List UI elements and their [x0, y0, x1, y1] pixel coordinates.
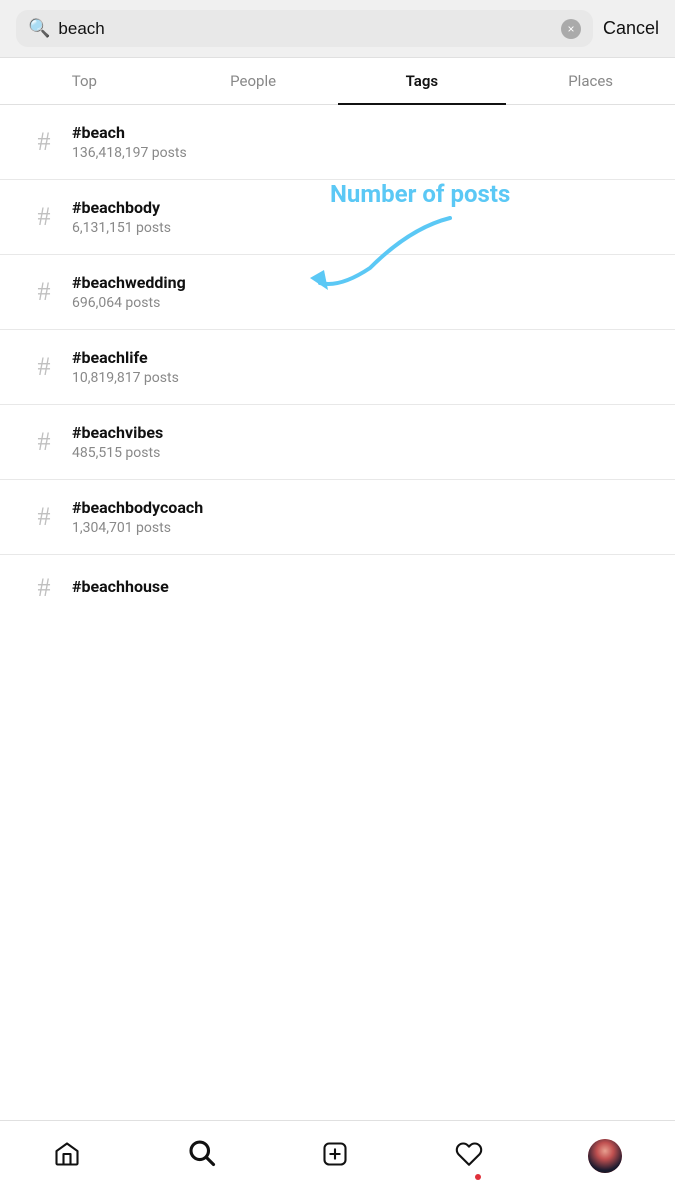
nav-add[interactable] [321, 1140, 349, 1172]
tag-info: #beachhouse [72, 577, 659, 599]
tag-info: #beachvibes 485,515 posts [72, 423, 659, 461]
heart-icon [455, 1140, 483, 1172]
hash-icon: # [16, 202, 72, 232]
tag-list: # #beach 136,418,197 posts # #beachbody … [0, 105, 675, 621]
nav-search[interactable] [186, 1137, 216, 1174]
list-item[interactable]: # #beachwedding 696,064 posts [0, 255, 675, 330]
bottom-nav [0, 1120, 675, 1200]
home-icon [53, 1140, 81, 1172]
search-input-wrapper: 🔍 × [16, 10, 593, 47]
tag-info: #beachbodycoach 1,304,701 posts [72, 498, 659, 536]
list-item[interactable]: # #beachlife 10,819,817 posts [0, 330, 675, 405]
hash-icon: # [16, 427, 72, 457]
tag-info: #beachlife 10,819,817 posts [72, 348, 659, 386]
search-input[interactable] [58, 19, 553, 39]
hash-icon: # [16, 502, 72, 532]
hash-icon: # [16, 277, 72, 307]
nav-activity[interactable] [455, 1140, 483, 1172]
cancel-button[interactable]: Cancel [603, 18, 659, 39]
list-item[interactable]: # #beach 136,418,197 posts [0, 105, 675, 180]
content-area: Number of posts # #beach 136,418,197 pos… [0, 105, 675, 701]
nav-profile[interactable] [588, 1139, 622, 1173]
tag-info: #beachbody 6,131,151 posts [72, 198, 659, 236]
tab-tags[interactable]: Tags [338, 58, 507, 104]
tab-people[interactable]: People [169, 58, 338, 104]
nav-home[interactable] [53, 1140, 81, 1172]
hash-icon: # [16, 127, 72, 157]
hash-icon: # [16, 352, 72, 382]
clear-button[interactable]: × [561, 19, 581, 39]
list-item[interactable]: # #beachbody 6,131,151 posts [0, 180, 675, 255]
avatar [588, 1139, 622, 1173]
tag-info: #beachwedding 696,064 posts [72, 273, 659, 311]
list-item[interactable]: # #beachbodycoach 1,304,701 posts [0, 480, 675, 555]
add-icon [321, 1140, 349, 1172]
hash-icon: # [16, 573, 72, 603]
tab-places[interactable]: Places [506, 58, 675, 104]
search-nav-icon [186, 1137, 216, 1174]
tab-bar: Top People Tags Places [0, 58, 675, 105]
tag-info: #beach 136,418,197 posts [72, 123, 659, 161]
list-item[interactable]: # #beachhouse [0, 555, 675, 621]
search-bar: 🔍 × Cancel [0, 0, 675, 58]
tab-top[interactable]: Top [0, 58, 169, 104]
list-item[interactable]: # #beachvibes 485,515 posts [0, 405, 675, 480]
notification-dot [475, 1174, 481, 1180]
search-icon: 🔍 [28, 18, 50, 39]
